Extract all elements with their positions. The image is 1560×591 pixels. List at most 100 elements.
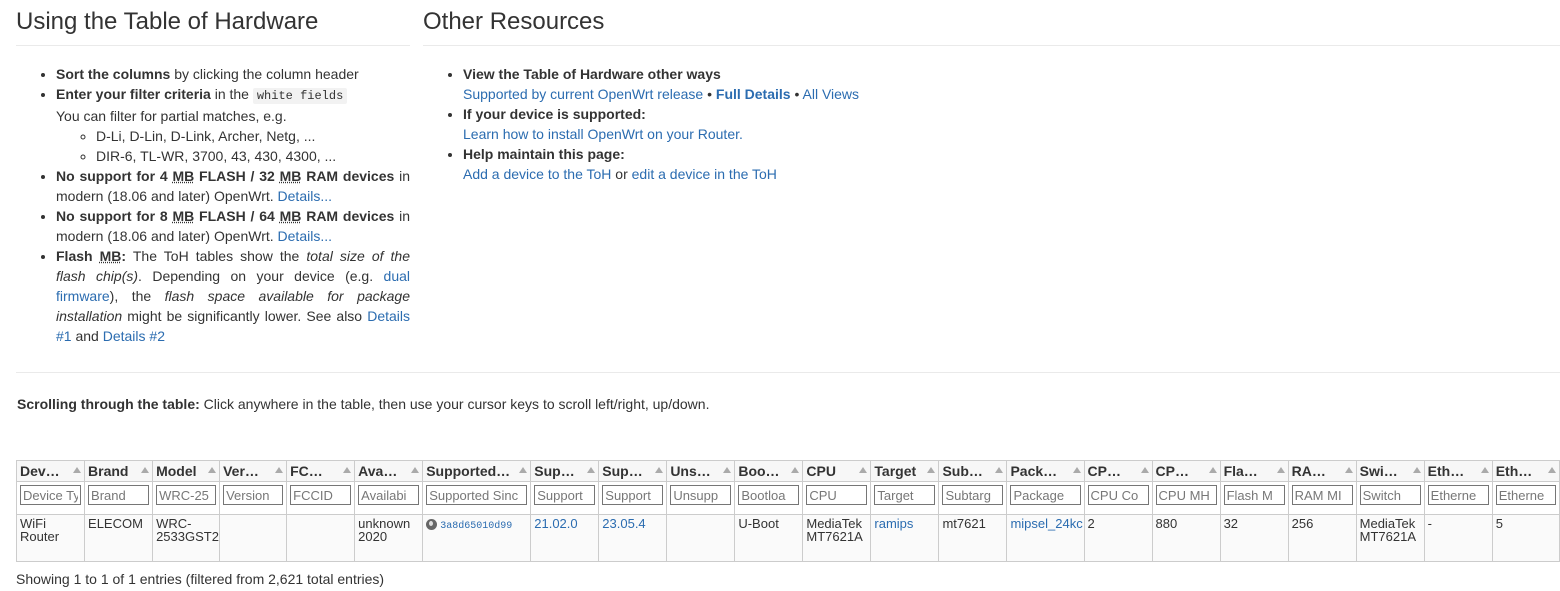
column-header-label: CPU [806, 463, 836, 479]
column-filter-input[interactable] [20, 485, 82, 505]
install-link[interactable]: Learn how to install OpenWrt on your Rou… [463, 126, 743, 142]
flash-t4: might be significantly lower. See also [122, 308, 368, 324]
column-filter-input[interactable] [1155, 485, 1217, 505]
filter-cell [666, 481, 736, 515]
column-header-label: Eth… [1427, 463, 1465, 479]
column-header-label: FC… [290, 463, 323, 479]
column-header[interactable]: CPU [802, 460, 872, 482]
cell-ram-mb: 256 [1287, 514, 1357, 562]
column-filter-input[interactable] [1427, 485, 1489, 505]
column-header[interactable]: RA… [1287, 460, 1357, 482]
column-filter-input[interactable] [88, 485, 150, 505]
help-item: Help maintain this page: Add a device to… [463, 144, 1560, 184]
flash-t3: ), the [109, 288, 165, 304]
edit-device-link[interactable]: edit a device in the ToH [632, 166, 777, 182]
column-filter-input[interactable] [156, 485, 217, 505]
column-header[interactable]: Eth… [1423, 460, 1493, 482]
column-header[interactable]: Ver… [219, 460, 288, 482]
supported-since-rel-link[interactable]: 21.02.0 [534, 516, 577, 531]
filter-row [16, 481, 1560, 515]
column-filter-input[interactable] [602, 485, 664, 505]
filter-cell [1006, 481, 1085, 515]
column-filter-input[interactable] [874, 485, 936, 505]
column-header-label: Fla… [1223, 463, 1258, 479]
sort-arrow-icon [1140, 467, 1149, 473]
column-filter-input[interactable] [223, 485, 284, 505]
column-header[interactable]: FC… [286, 460, 356, 482]
column-header[interactable]: Target [870, 460, 940, 482]
add-device-link[interactable]: Add a device to the ToH [463, 166, 611, 182]
supported-current-link[interactable]: Supported by current OpenWrt release [463, 86, 703, 102]
separator: • [790, 86, 803, 102]
ns4-b3: RAM devices [301, 168, 395, 184]
filter-cell [870, 481, 940, 515]
column-header[interactable]: Dev… [16, 460, 86, 482]
filter-cell [1219, 481, 1289, 515]
cell-target: ramips [870, 514, 940, 562]
commit-link[interactable]: 3a8d65010d99 [440, 521, 512, 532]
or-text: or [611, 166, 632, 182]
nosupport-8mb-bold: No support for 8 MB FLASH / 64 MB RAM de… [56, 208, 394, 224]
details-link-8mb[interactable]: Details... [278, 228, 332, 244]
sort-arrow-icon [791, 467, 800, 473]
column-header[interactable]: Brand [84, 460, 154, 482]
partial-text: You can filter for partial matches, e.g. [56, 108, 287, 124]
column-filter-input[interactable] [806, 485, 868, 505]
column-filter-input[interactable] [358, 485, 420, 505]
sort-arrow-icon [1276, 467, 1285, 473]
column-header[interactable]: Boo… [734, 460, 804, 482]
column-header-label: Swi… [1359, 463, 1398, 479]
column-filter-input[interactable] [534, 485, 596, 505]
ns8-b1: No support for 8 [56, 208, 173, 224]
table-row[interactable]: WiFi Router ELECOM WRC-2533GST2 unknown … [16, 514, 1560, 562]
column-header[interactable]: Uns… [666, 460, 736, 482]
column-header[interactable]: Model [152, 460, 221, 482]
column-header[interactable]: Sup… [598, 460, 668, 482]
flash-t2: . Depending on your device (e.g. [138, 268, 384, 284]
column-filter-input[interactable] [1010, 485, 1081, 505]
sort-item: Sort the columns by clicking the column … [56, 64, 410, 84]
target-link[interactable]: ramips [874, 516, 913, 531]
sort-arrow-icon [723, 467, 732, 473]
column-header[interactable]: Sup… [530, 460, 600, 482]
column-filter-input[interactable] [290, 485, 352, 505]
column-header[interactable]: Ava… [354, 460, 424, 482]
sort-arrow-icon [519, 467, 528, 473]
column-header[interactable]: Swi… [1355, 460, 1425, 482]
column-header[interactable]: Pack… [1006, 460, 1085, 482]
column-filter-input[interactable] [738, 485, 800, 505]
supported-current-rel-link[interactable]: 23.05.4 [602, 516, 645, 531]
column-filter-input[interactable] [426, 485, 528, 505]
cell-version [219, 514, 288, 562]
toh-table-wrapper[interactable]: Dev… Brand Model Ver… FC… Ava… Supported… Sup… S… [16, 460, 1560, 562]
column-filter-input[interactable] [942, 485, 1004, 505]
column-filter-input[interactable] [1495, 485, 1556, 505]
column-header[interactable]: Eth… [1491, 460, 1560, 482]
details-link-4mb[interactable]: Details... [278, 188, 332, 204]
column-filter-input[interactable] [1291, 485, 1353, 505]
ns4-b1: No support for 4 [56, 168, 173, 184]
package-arch-link[interactable]: mipsel_24kc [1010, 516, 1082, 531]
cell-cpu-cores: 2 [1083, 514, 1153, 562]
sort-text: by clicking the column header [170, 66, 359, 82]
column-header-label: Sup… [534, 463, 575, 479]
all-views-link[interactable]: All Views [803, 86, 860, 102]
ns8-b3: RAM devices [301, 208, 395, 224]
full-details-link[interactable]: Full Details [716, 86, 791, 102]
column-header-label: Sup… [602, 463, 643, 479]
column-filter-input[interactable] [1359, 485, 1421, 505]
column-header[interactable]: CP… [1083, 460, 1153, 482]
column-filter-input[interactable] [1087, 485, 1149, 505]
column-filter-input[interactable] [670, 485, 732, 505]
filter-example: D-Li, D-Lin, D-Link, Archer, Netg, ... [96, 126, 410, 146]
column-header[interactable]: Fla… [1219, 460, 1289, 482]
column-header[interactable]: Sub… [938, 460, 1008, 482]
details-2-link[interactable]: Details #2 [103, 328, 165, 344]
column-header[interactable]: CP… [1151, 460, 1221, 482]
ns8-b2: FLASH / 64 [194, 208, 280, 224]
column-header[interactable]: Supported… [422, 460, 532, 482]
view-bold: View the Table of Hardware other ways [463, 66, 721, 82]
scroll-note-text: Click anywhere in the table, then use yo… [199, 396, 710, 412]
column-filter-input[interactable] [1223, 485, 1285, 505]
cell-supported-since-rel: 21.02.0 [530, 514, 600, 562]
